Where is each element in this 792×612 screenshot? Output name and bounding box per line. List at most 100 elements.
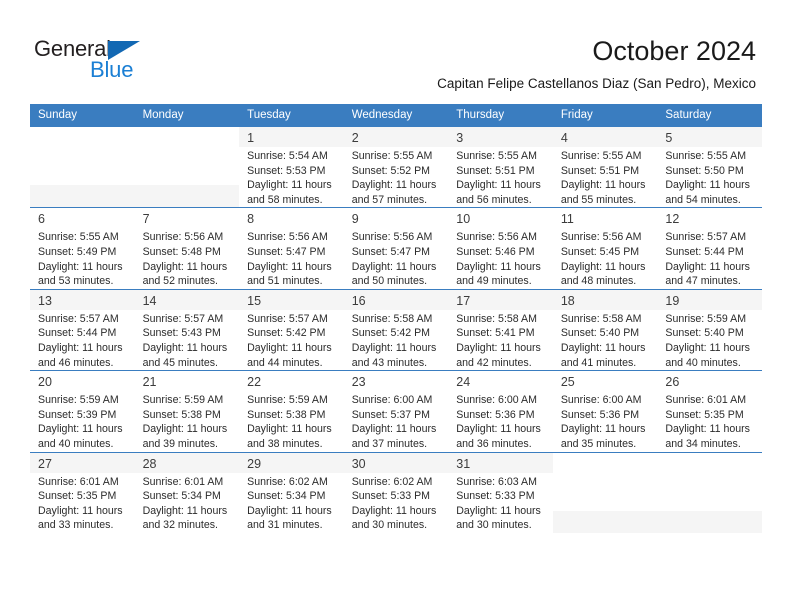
weekday-header-sunday: Sunday xyxy=(30,104,135,126)
calendar-day-cell[interactable]: 11 Sunrise: 5:56 AM Sunset: 5:45 PM Dayligh… xyxy=(552,207,658,289)
weekday-header-tuesday: Tuesday xyxy=(239,104,344,126)
sunrise-text: Sunrise: 5:58 AM xyxy=(560,312,642,325)
daylight-text-line1: Daylight: 11 hours xyxy=(142,423,228,436)
calendar-day-cell[interactable]: 18 Sunrise: 5:58 AM Sunset: 5:40 PM Dayligh… xyxy=(552,288,658,371)
calendar-day-cell[interactable]: 14 Sunrise: 5:57 AM Sunset: 5:43 PM Dayligh… xyxy=(134,288,240,371)
daylight-text-line2: and 36 minutes. xyxy=(456,437,532,450)
calendar-day-cell[interactable]: 13 Sunrise: 5:57 AM Sunset: 5:44 PM Dayligh… xyxy=(30,288,135,371)
day-details: Sunrise: 5:59 AM Sunset: 5:39 PM Daylight:… xyxy=(30,391,135,452)
sunrise-text: Sunrise: 6:00 AM xyxy=(351,394,433,407)
daylight-text-line1: Daylight: 11 hours xyxy=(38,260,123,273)
day-cell-inner: 29 Sunrise: 6:02 AM Sunset: 5:34 PM Dayligh… xyxy=(239,451,344,533)
empty-day-body xyxy=(134,127,240,185)
calendar-header-row: Sunday Monday Tuesday Wednesday Thursday… xyxy=(30,104,762,126)
calendar-day-cell[interactable]: 5 Sunrise: 5:55 AM Sunset: 5:50 PM Daylight… xyxy=(657,126,762,208)
calendar-day-cell[interactable]: 27 Sunrise: 6:01 AM Sunset: 5:35 PM Dayligh… xyxy=(30,451,135,533)
page-header: General Blue October 2024 Capitan Felipe… xyxy=(0,0,792,104)
day-number: 31 xyxy=(456,456,471,471)
day-cell-inner: 25 Sunrise: 6:00 AM Sunset: 5:36 PM Dayligh… xyxy=(552,370,658,452)
day-cell-inner: 14 Sunrise: 5:57 AM Sunset: 5:43 PM Dayligh… xyxy=(134,288,240,371)
daylight-text-line1: Daylight: 11 hours xyxy=(665,179,750,192)
daylight-text-line2: and 38 minutes. xyxy=(247,437,323,450)
daylight-text-line1: Daylight: 11 hours xyxy=(142,341,228,354)
day-cell-inner: 24 Sunrise: 6:00 AM Sunset: 5:36 PM Dayligh… xyxy=(448,370,553,452)
sunset-text: Sunset: 5:38 PM xyxy=(247,408,326,421)
calendar-day-cell[interactable]: 16 Sunrise: 5:58 AM Sunset: 5:42 PM Dayligh… xyxy=(343,288,449,371)
sunset-text: Sunset: 5:35 PM xyxy=(38,490,117,503)
calendar-day-cell[interactable]: 1 Sunrise: 5:54 AM Sunset: 5:53 PM Daylight… xyxy=(239,126,344,208)
calendar-day-cell[interactable]: 8 Sunrise: 5:56 AM Sunset: 5:47 PM Daylight… xyxy=(239,207,344,289)
calendar-day-cell[interactable]: 2 Sunrise: 5:55 AM Sunset: 5:52 PM Daylight… xyxy=(343,126,449,208)
calendar-day-cell[interactable]: 24 Sunrise: 6:00 AM Sunset: 5:36 PM Dayligh… xyxy=(448,370,553,452)
sunrise-text: Sunrise: 6:01 AM xyxy=(142,475,224,488)
sunrise-text: Sunrise: 6:02 AM xyxy=(351,475,433,488)
day-cell-inner: 22 Sunrise: 5:59 AM Sunset: 5:38 PM Dayligh… xyxy=(239,370,344,452)
calendar-day-cell[interactable]: 20 Sunrise: 5:59 AM Sunset: 5:39 PM Dayligh… xyxy=(30,370,135,452)
sunrise-text: Sunrise: 5:59 AM xyxy=(247,394,328,407)
day-number: 13 xyxy=(38,293,52,308)
daylight-text-line2: and 30 minutes. xyxy=(456,519,532,532)
calendar-day-cell[interactable]: 7 Sunrise: 5:56 AM Sunset: 5:48 PM Daylight… xyxy=(134,207,240,289)
calendar-day-cell[interactable]: 3 Sunrise: 5:55 AM Sunset: 5:51 PM Daylight… xyxy=(448,126,553,208)
calendar-day-cell[interactable]: 19 Sunrise: 5:59 AM Sunset: 5:40 PM Dayligh… xyxy=(657,288,762,371)
calendar-day-cell[interactable]: 29 Sunrise: 6:02 AM Sunset: 5:34 PM Dayligh… xyxy=(239,451,344,533)
calendar-day-cell[interactable]: 21 Sunrise: 5:59 AM Sunset: 5:38 PM Dayligh… xyxy=(134,370,240,452)
day-cell-inner: 11 Sunrise: 5:56 AM Sunset: 5:45 PM Dayligh… xyxy=(552,207,658,289)
calendar-day-cell[interactable]: 9 Sunrise: 5:56 AM Sunset: 5:47 PM Daylight… xyxy=(343,207,449,289)
day-details: Sunrise: 5:56 AM Sunset: 5:45 PM Daylight:… xyxy=(552,228,658,289)
calendar-day-cell[interactable]: 28 Sunrise: 6:01 AM Sunset: 5:34 PM Dayligh… xyxy=(134,451,240,533)
calendar-day-cell[interactable]: 12 Sunrise: 5:57 AM Sunset: 5:44 PM Dayligh… xyxy=(657,207,762,289)
daylight-text-line1: Daylight: 11 hours xyxy=(560,179,646,192)
sunset-text: Sunset: 5:44 PM xyxy=(38,327,117,340)
calendar-day-cell[interactable]: 10 Sunrise: 5:56 AM Sunset: 5:46 PM Dayligh… xyxy=(448,207,553,289)
day-number: 24 xyxy=(456,375,471,390)
daylight-text-line2: and 50 minutes. xyxy=(351,275,428,288)
daylight-text-line1: Daylight: 11 hours xyxy=(456,341,541,354)
sunset-text: Sunset: 5:36 PM xyxy=(456,408,535,421)
daylight-text-line2: and 40 minutes. xyxy=(665,356,741,369)
day-details: Sunrise: 5:55 AM Sunset: 5:50 PM Daylight:… xyxy=(657,147,762,208)
calendar-day-cell[interactable]: 15 Sunrise: 5:57 AM Sunset: 5:42 PM Dayligh… xyxy=(239,288,344,371)
calendar-day-cell[interactable]: 22 Sunrise: 5:59 AM Sunset: 5:38 PM Dayligh… xyxy=(239,370,344,452)
calendar-day-cell[interactable]: 25 Sunrise: 6:00 AM Sunset: 5:36 PM Dayligh… xyxy=(552,370,658,452)
day-number: 19 xyxy=(665,293,680,308)
calendar-day-cell[interactable]: 23 Sunrise: 6:00 AM Sunset: 5:37 PM Dayligh… xyxy=(343,370,449,452)
day-number: 22 xyxy=(247,375,262,390)
calendar-day-cell[interactable]: 31 Sunrise: 6:03 AM Sunset: 5:33 PM Dayligh… xyxy=(448,451,553,533)
sunset-text: Sunset: 5:34 PM xyxy=(142,490,221,503)
daylight-text-line2: and 55 minutes. xyxy=(560,193,637,206)
calendar-day-cell[interactable]: 30 Sunrise: 6:02 AM Sunset: 5:33 PM Dayligh… xyxy=(343,451,449,533)
sunrise-text: Sunrise: 5:56 AM xyxy=(456,231,537,244)
daylight-text-line2: and 40 minutes. xyxy=(38,437,114,450)
calendar-empty-cell xyxy=(552,451,658,533)
calendar-day-cell[interactable]: 26 Sunrise: 6:01 AM Sunset: 5:35 PM Dayligh… xyxy=(657,370,762,452)
day-details: Sunrise: 5:55 AM Sunset: 5:49 PM Daylight:… xyxy=(30,228,135,289)
day-number: 23 xyxy=(351,375,366,390)
sunset-text: Sunset: 5:40 PM xyxy=(665,327,744,340)
day-details: Sunrise: 6:00 AM Sunset: 5:36 PM Daylight:… xyxy=(448,391,553,452)
day-number: 10 xyxy=(456,212,471,227)
sunset-text: Sunset: 5:53 PM xyxy=(247,164,326,177)
day-cell-inner: 3 Sunrise: 5:55 AM Sunset: 5:51 PM Daylight… xyxy=(448,126,553,208)
daylight-text-line1: Daylight: 11 hours xyxy=(38,423,123,436)
day-number: 2 xyxy=(351,131,359,145)
day-cell-inner xyxy=(552,451,658,533)
daylight-text-line2: and 33 minutes. xyxy=(38,519,114,532)
day-details: Sunrise: 5:55 AM Sunset: 5:51 PM Daylight:… xyxy=(448,147,553,208)
day-cell-inner: 30 Sunrise: 6:02 AM Sunset: 5:33 PM Dayligh… xyxy=(343,451,449,533)
calendar-week-row: 27 Sunrise: 6:01 AM Sunset: 5:35 PM Dayligh… xyxy=(30,451,762,533)
daylight-text-line2: and 45 minutes. xyxy=(142,356,218,369)
day-number: 25 xyxy=(560,375,575,390)
calendar-empty-cell xyxy=(134,126,240,208)
calendar-day-cell[interactable]: 6 Sunrise: 5:55 AM Sunset: 5:49 PM Daylight… xyxy=(30,207,135,289)
daylight-text-line1: Daylight: 11 hours xyxy=(247,260,332,273)
sunrise-text: Sunrise: 5:55 AM xyxy=(456,150,537,162)
day-number: 4 xyxy=(560,131,568,145)
day-cell-inner: 19 Sunrise: 5:59 AM Sunset: 5:40 PM Dayligh… xyxy=(657,288,762,371)
sunrise-text: Sunrise: 6:00 AM xyxy=(560,394,642,407)
calendar-day-cell[interactable]: 17 Sunrise: 5:58 AM Sunset: 5:41 PM Dayligh… xyxy=(448,288,553,371)
calendar-day-cell[interactable]: 4 Sunrise: 5:55 AM Sunset: 5:51 PM Daylight… xyxy=(552,126,658,208)
daylight-text-line1: Daylight: 11 hours xyxy=(38,504,123,517)
sunrise-text: Sunrise: 5:56 AM xyxy=(142,231,224,244)
day-details: Sunrise: 5:55 AM Sunset: 5:52 PM Daylight:… xyxy=(343,147,449,208)
